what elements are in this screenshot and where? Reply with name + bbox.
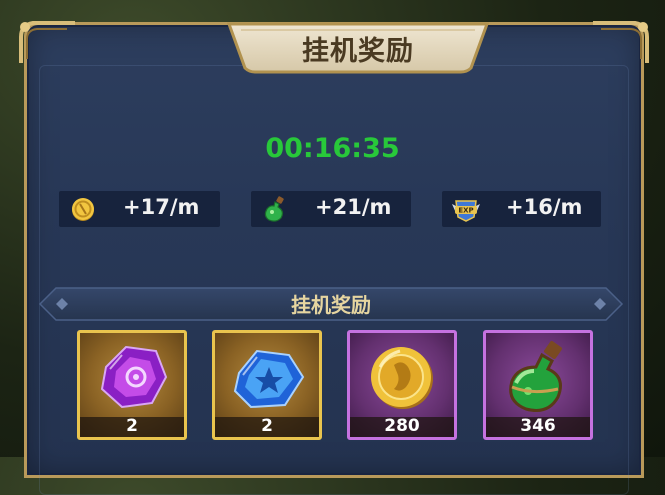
green-potion-icon [264,196,284,222]
purple-gem-icon [100,345,168,409]
panel-title: 挂机奖励 [302,36,414,67]
gold-coin-icon [371,347,433,409]
green-potion-icon [509,341,562,412]
reward-count: 280 [384,416,420,436]
exp-rate-text: +16/m [506,195,583,219]
corner-ornament-right [593,21,649,63]
gold-coin-icon [72,198,94,221]
rewards-section-title: 挂机奖励 [291,293,371,317]
reward-count: 2 [261,416,273,436]
reward-slot-purple-gem[interactable]: 2 [77,330,187,440]
exp-rate: EXP +16/m [442,191,601,227]
idle-timer: 00:16:35 [265,133,400,164]
rewards-section-header: 挂机奖励 [38,286,624,322]
reward-count: 2 [126,416,138,436]
reward-count: 346 [520,416,556,436]
gold-rate: +17/m [59,191,220,227]
reward-slot-green-potion[interactable]: 346 [483,330,593,440]
gold-rate-text: +17/m [123,195,200,219]
reward-slot-blue-crystal[interactable]: 2 [212,330,322,440]
potion-rate: +21/m [251,191,411,227]
corner-ornament-left [19,21,75,63]
exp-badge-icon: EXP [452,200,480,222]
blue-crystal-icon [233,349,305,409]
svg-text:EXP: EXP [458,207,473,215]
reward-slot-gold-coin[interactable]: 280 [347,330,457,440]
potion-rate-text: +21/m [315,195,392,219]
title-plate: 挂机奖励 [227,22,489,74]
